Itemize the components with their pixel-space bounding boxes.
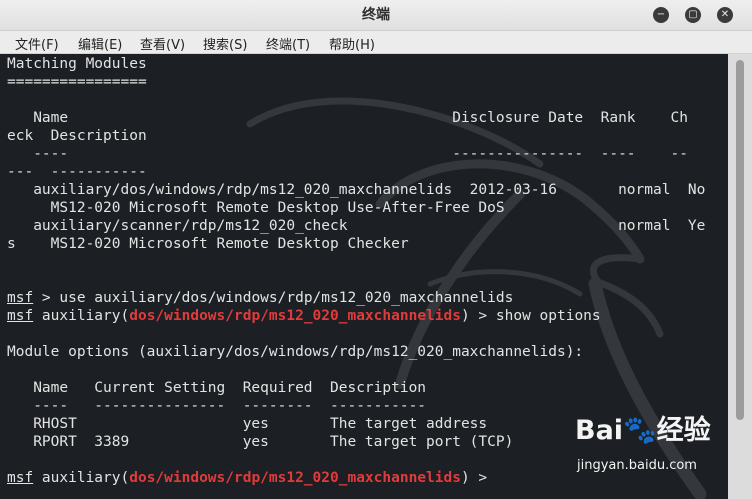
- results-column-rule-wrap: --- -----------: [7, 164, 147, 180]
- watermark-url: jingyan.baidu.com: [577, 458, 697, 473]
- result-row-maxchannelids-description: MS12-020 Microsoft Remote Desktop Use-Af…: [7, 200, 505, 216]
- results-column-rule: ---- --------------- ---- --: [7, 146, 688, 162]
- menu-terminal[interactable]: 终端(T): [266, 34, 310, 53]
- menu-view[interactable]: 查看(V): [140, 34, 185, 53]
- menu-search[interactable]: 搜索(S): [203, 34, 247, 53]
- msf-prompt: msf: [7, 470, 34, 486]
- vertical-scrollbar[interactable]: [728, 54, 752, 499]
- menu-edit[interactable]: 编辑(E): [78, 34, 122, 53]
- result-row-check: auxiliary/scanner/rdp/ms12_020_check nor…: [7, 218, 706, 234]
- scrollbar-thumb[interactable]: [736, 60, 744, 420]
- msf-prompt: msf: [7, 308, 34, 324]
- show-options-command-text: ) > show options: [460, 308, 601, 324]
- title-bar: 终端 − ▢ ✕: [0, 0, 752, 31]
- results-column-header-wrap: eck Description: [7, 128, 147, 144]
- module-path: dos/windows/rdp/ms12_020_maxchannelids: [129, 470, 461, 486]
- option-row-rport: RPORT 3389 yes The target port (TCP): [7, 434, 514, 450]
- options-table-header: Name Current Setting Required Descriptio…: [7, 380, 427, 396]
- module-prefix: auxiliary(: [33, 470, 130, 486]
- result-row-check-description: s MS12-020 Microsoft Remote Desktop Chec…: [7, 236, 409, 252]
- window-title: 终端: [362, 7, 390, 23]
- options-table-rule: ---- --------------- -------- ----------…: [7, 398, 427, 414]
- menu-file[interactable]: 文件(F): [15, 34, 59, 53]
- option-row-rhost: RHOST yes The target address: [7, 416, 488, 432]
- show-options-command-line: msf auxiliary(dos/windows/rdp/ms12_020_m…: [7, 307, 601, 325]
- maximize-icon[interactable]: ▢: [685, 7, 701, 23]
- close-icon[interactable]: ✕: [717, 7, 733, 23]
- module-prefix: auxiliary(: [33, 308, 130, 324]
- prompt-suffix: ) >: [460, 470, 496, 486]
- menu-bar: 文件(F) 编辑(E) 查看(V) 搜索(S) 终端(T) 帮助(H): [0, 31, 752, 54]
- module-path: dos/windows/rdp/ms12_020_maxchannelids: [129, 308, 461, 324]
- minimize-icon[interactable]: −: [653, 7, 669, 23]
- module-options-heading: Module options (auxiliary/dos/windows/rd…: [7, 344, 584, 360]
- watermark-logo: Bai🐾经验: [575, 415, 711, 446]
- baidu-jingyan-watermark: Bai🐾经验 jingyan.baidu.com: [575, 408, 725, 488]
- result-row-maxchannelids: auxiliary/dos/windows/rdp/ms12_020_maxch…: [7, 182, 706, 198]
- menu-help[interactable]: 帮助(H): [329, 34, 375, 53]
- results-heading-rule: ================: [7, 74, 147, 90]
- current-prompt-line[interactable]: msf auxiliary(dos/windows/rdp/ms12_020_m…: [7, 469, 496, 487]
- results-heading: Matching Modules: [7, 56, 147, 72]
- use-command-line: msf > use auxiliary/dos/windows/rdp/ms12…: [7, 289, 513, 307]
- results-column-header: Name Disclosure Date Rank Ch: [7, 110, 688, 126]
- msf-prompt: msf: [7, 290, 34, 306]
- use-command-text: > use auxiliary/dos/windows/rdp/ms12_020…: [33, 290, 514, 306]
